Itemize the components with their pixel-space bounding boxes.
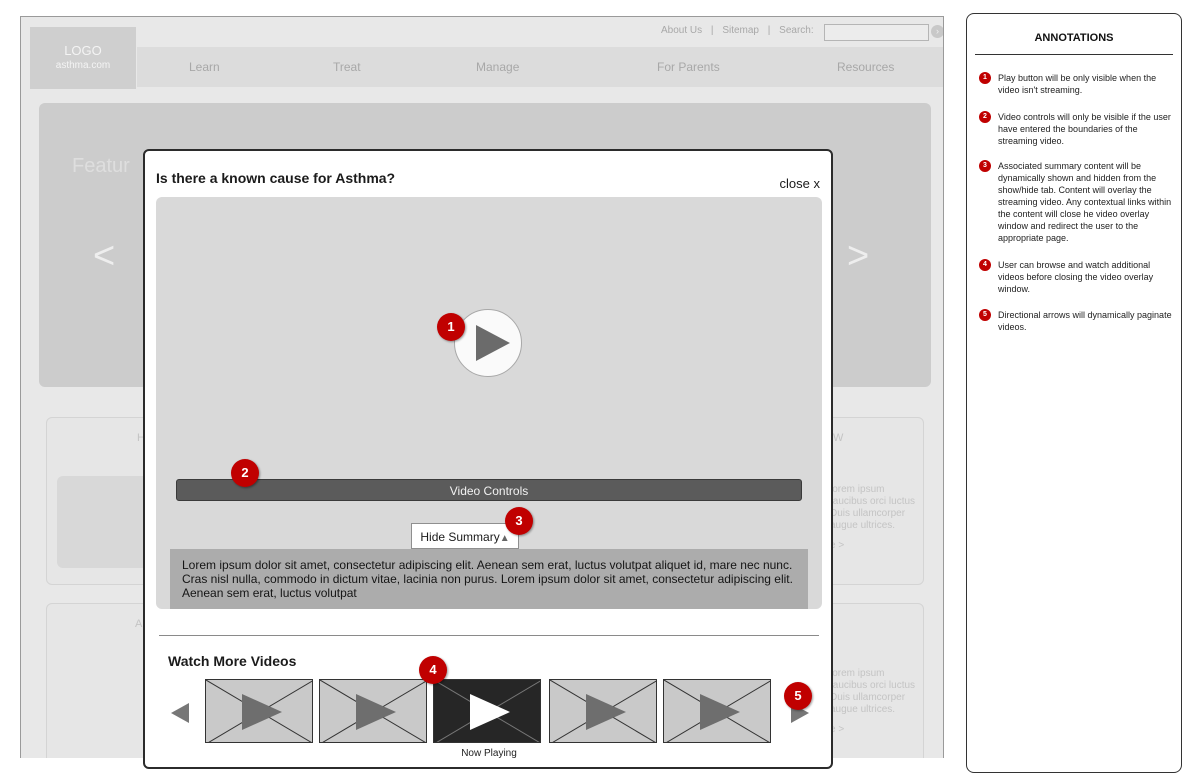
- search-label: Search:: [779, 25, 814, 36]
- play-button[interactable]: [454, 309, 522, 377]
- panel-text: lorem ipsum faucibus orci luctus Duis ul…: [830, 484, 916, 552]
- watch-more-title: Watch More Videos: [168, 653, 297, 669]
- note-number: 2: [979, 111, 991, 123]
- annotations-title: ANNOTATIONS: [1034, 32, 1114, 44]
- panel-head: A: [135, 618, 143, 630]
- note-number: 5: [979, 309, 991, 321]
- read-more-link[interactable]: e >: [830, 540, 915, 552]
- summary-content: Lorem ipsum dolor sit amet, consectetur …: [170, 549, 808, 609]
- annotation-note-3: 3 Associated summary content will be dyn…: [979, 160, 1175, 244]
- video-controls-bar[interactable]: Video Controls: [176, 479, 802, 501]
- logo-subtitle: asthma.com: [55, 60, 111, 71]
- section-divider: [159, 635, 819, 636]
- nav-item-for-parents[interactable]: For Parents: [657, 60, 720, 74]
- annotations-divider: [975, 54, 1173, 55]
- panel-head: W: [833, 432, 844, 444]
- link-separator: |: [767, 25, 771, 36]
- search-input[interactable]: [824, 24, 929, 41]
- video-thumbnail[interactable]: [663, 679, 771, 743]
- video-thumbnail[interactable]: [549, 679, 657, 743]
- annotation-note-4: 4 User can browse and watch additional v…: [979, 259, 1175, 295]
- video-thumbnail[interactable]: [205, 679, 313, 743]
- top-links: About Us | Sitemap | Search:: [661, 25, 820, 36]
- featured-heading: Featur: [72, 155, 130, 177]
- note-number: 1: [979, 72, 991, 84]
- note-number: 3: [979, 160, 991, 172]
- annotation-badge-3: 3: [505, 507, 533, 535]
- modal-title: Is there a known cause for Asthma?: [156, 170, 396, 186]
- sitemap-link[interactable]: Sitemap: [722, 25, 759, 36]
- about-us-link[interactable]: About Us: [661, 25, 702, 36]
- carousel-prev-arrow[interactable]: <: [93, 235, 115, 278]
- carousel-next-arrow[interactable]: >: [847, 235, 869, 278]
- note-text: Video controls will only be visible if t…: [998, 112, 1171, 146]
- caret-up-icon: ▲: [499, 533, 510, 544]
- annotations-panel: ANNOTATIONS 1 Play button will be only v…: [966, 13, 1182, 773]
- video-player[interactable]: Video Controls Hide Summary▲ Lorem ipsum…: [156, 197, 822, 609]
- logo-title: LOGO: [64, 43, 102, 58]
- nav-item-resources[interactable]: Resources: [837, 60, 894, 74]
- link-separator: |: [710, 25, 714, 36]
- annotation-badge-5: 5: [784, 682, 812, 710]
- annotation-note-2: 2 Video controls will only be visible if…: [979, 111, 1175, 147]
- prev-videos-arrow-icon[interactable]: [171, 703, 189, 723]
- hide-summary-label: Hide Summary: [420, 530, 500, 544]
- logo[interactable]: LOGO asthma.com: [30, 27, 136, 89]
- nav-item-manage[interactable]: Manage: [476, 60, 519, 74]
- panel-text: lorem ipsum faucibus orci luctus Duis ul…: [830, 668, 916, 736]
- annotation-badge-2: 2: [231, 459, 259, 487]
- note-text: User can browse and watch additional vid…: [998, 260, 1154, 294]
- video-thumbnail-now-playing[interactable]: [433, 679, 541, 743]
- search-go-icon[interactable]: ›: [931, 25, 943, 38]
- close-button[interactable]: close x: [780, 176, 820, 191]
- video-thumbnail[interactable]: [319, 679, 427, 743]
- nav-item-learn[interactable]: Learn: [189, 60, 220, 74]
- read-more-link[interactable]: e >: [830, 724, 915, 736]
- note-number: 4: [979, 259, 991, 271]
- annotation-badge-1: 1: [437, 313, 465, 341]
- note-text: Associated summary content will be dynam…: [998, 161, 1172, 243]
- note-text: Directional arrows will dynamically pagi…: [998, 310, 1172, 332]
- hide-summary-tab[interactable]: Hide Summary▲: [411, 523, 519, 549]
- main-nav: Learn Treat Manage For Parents Resources: [137, 47, 943, 87]
- annotation-note-1: 1 Play button will be only visible when …: [979, 72, 1175, 96]
- nav-item-treat[interactable]: Treat: [333, 60, 361, 74]
- note-text: Play button will be only visible when th…: [998, 73, 1157, 95]
- now-playing-label: Now Playing: [461, 748, 517, 759]
- annotation-note-5: 5 Directional arrows will dynamically pa…: [979, 309, 1175, 333]
- annotation-badge-4: 4: [419, 656, 447, 684]
- play-icon: [476, 325, 510, 361]
